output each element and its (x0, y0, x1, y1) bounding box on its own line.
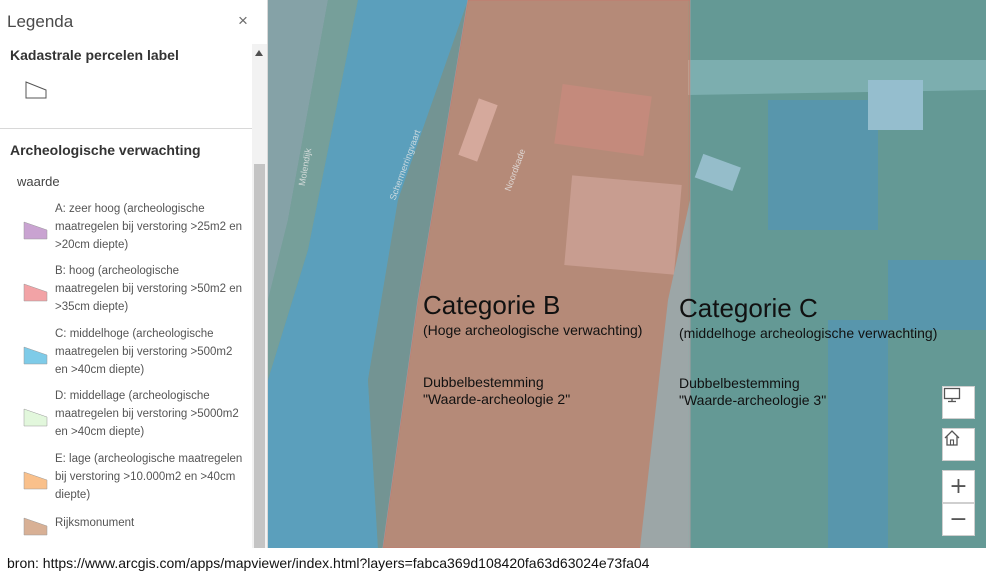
category-b-title: Categorie B (423, 290, 561, 320)
scrollbar-thumb[interactable] (254, 164, 265, 548)
category-b-line1: Dubbelbestemming (423, 374, 544, 390)
category-b-line2: "Waarde-archeologie 2" (423, 391, 571, 407)
footer: bron: https://www.arcgis.com/apps/mapvie… (0, 548, 986, 584)
legend-item-label: A: zeer hoog (archeologische maatregelen… (55, 203, 242, 251)
legend-item-label: C: middelhoge (archeologische maatregele… (55, 328, 233, 376)
legend-item-e: E: lage (archeologische maatregelen bij … (0, 450, 252, 512)
legend-item-rijksmonument: Rijksmonument (0, 514, 252, 548)
section-title-archeologische: Archeologische verwachting (10, 142, 201, 158)
legend-item-c: C: middelhoge (archeologische maatregele… (0, 325, 252, 387)
swatch-rijksmonument-icon (23, 517, 48, 536)
legend-content[interactable]: Kadastrale percelen label Archeologische… (0, 44, 252, 548)
source-text: bron: https://www.arcgis.com/apps/mapvie… (7, 555, 650, 571)
legend-item-label: D: middellage (archeologische maatregele… (55, 390, 239, 438)
legend-item-b: B: hoog (archeologische maatregelen bij … (0, 262, 252, 324)
category-c-title: Categorie C (679, 293, 818, 323)
scroll-up-arrow-icon[interactable] (255, 50, 263, 56)
category-b-subtitle: (Hoge archeologische verwachting) (423, 322, 643, 338)
section-divider (0, 128, 252, 129)
field-label: waarde (17, 174, 60, 189)
zoom-in-button[interactable]: + (942, 470, 975, 503)
category-c-line2: "Waarde-archeologie 3" (679, 392, 827, 408)
close-icon[interactable]: × (235, 12, 251, 30)
map-view[interactable]: Molendijk Schermerringvaart Noordkade Ca… (268, 0, 986, 548)
home-button[interactable] (942, 428, 975, 461)
basemap-button[interactable] (942, 386, 975, 419)
swatch-a-icon (23, 221, 48, 240)
legend-panel: Legenda × Kadastrale percelen label Arch… (0, 0, 268, 548)
swatch-d-icon (23, 408, 48, 427)
category-c-line1: Dubbelbestemming (679, 375, 800, 391)
plus-icon: + (949, 473, 968, 499)
home-icon (944, 430, 960, 446)
swatch-e-icon (23, 471, 48, 490)
legend-item-a: A: zeer hoog (archeologische maatregelen… (0, 200, 252, 262)
legend-item-label: B: hoog (archeologische maatregelen bij … (55, 265, 242, 313)
category-c-subtitle: (middelhoge archeologische verwachting) (679, 325, 938, 341)
monitor-icon (943, 387, 961, 403)
legend-item-label: Rijksmonument (55, 517, 135, 529)
section-title-kadastrale: Kadastrale percelen label (10, 47, 179, 63)
swatch-c-icon (23, 346, 48, 365)
legend-scrollbar[interactable] (252, 44, 267, 548)
aerial-imagery (268, 0, 986, 548)
parcel-label-swatch-icon (25, 81, 47, 99)
legend-header: Legenda × (0, 0, 267, 44)
legend-item-d: D: middellage (archeologische maatregele… (0, 387, 252, 449)
legend-item-label: E: lage (archeologische maatregelen bij … (55, 453, 243, 501)
swatch-b-icon (23, 283, 48, 302)
app: Legenda × Kadastrale percelen label Arch… (0, 0, 986, 584)
zoom-out-button[interactable]: − (942, 503, 975, 536)
legend-title: Legenda (7, 12, 74, 31)
minus-icon: − (949, 506, 968, 532)
